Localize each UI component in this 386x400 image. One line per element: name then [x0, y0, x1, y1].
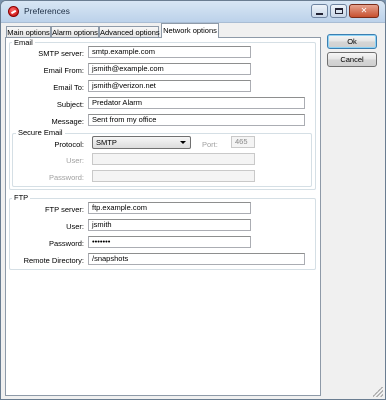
- ftp-user-label: User:: [66, 222, 84, 231]
- smtp-server-input[interactable]: smtp.example.com: [88, 46, 251, 58]
- app-icon: [8, 6, 19, 17]
- secure-user-input[interactable]: [92, 153, 255, 165]
- protocol-selected-value: SMTP: [96, 138, 117, 147]
- email-group-label: Email: [12, 38, 35, 47]
- preferences-window: Preferences ✕ Main options Alarm options…: [0, 0, 386, 400]
- window-title: Preferences: [24, 6, 70, 16]
- secure-email-group-label: Secure Email: [16, 128, 65, 137]
- ftp-user-input[interactable]: jsmith: [88, 219, 251, 231]
- minimize-button[interactable]: [311, 4, 328, 18]
- ftp-server-input[interactable]: ftp.example.com: [88, 202, 251, 214]
- close-button[interactable]: ✕: [349, 4, 379, 18]
- network-options-panel: Email SMTP server: smtp.example.com Emai…: [5, 37, 321, 396]
- resize-grip-icon[interactable]: [373, 387, 383, 397]
- secure-user-label: User:: [66, 156, 84, 165]
- protocol-select[interactable]: SMTP: [92, 136, 191, 149]
- message-label: Message:: [51, 117, 84, 126]
- chevron-down-icon: [180, 141, 186, 144]
- email-from-input[interactable]: jsmith@example.com: [88, 63, 251, 75]
- email-from-label: Email From:: [43, 66, 84, 75]
- maximize-icon: [334, 8, 343, 14]
- protocol-label: Protocol:: [54, 140, 84, 149]
- ftp-password-input[interactable]: •••••••: [88, 236, 251, 248]
- minimize-icon: [316, 12, 323, 15]
- secure-password-input[interactable]: [92, 170, 255, 182]
- email-to-label: Email To:: [53, 83, 84, 92]
- ftp-group-label: FTP: [12, 193, 31, 202]
- ftp-server-label: FTP server:: [44, 205, 84, 214]
- cancel-button[interactable]: Cancel: [327, 52, 377, 67]
- smtp-server-label: SMTP server:: [38, 49, 84, 58]
- port-label: Port:: [202, 140, 218, 149]
- message-input[interactable]: Sent from my office: [88, 114, 305, 126]
- title-bar[interactable]: Preferences ✕: [1, 1, 385, 23]
- email-to-input[interactable]: jsmith@verizon.net: [88, 80, 251, 92]
- close-icon: ✕: [360, 6, 368, 15]
- subject-input[interactable]: Predator Alarm: [88, 97, 305, 109]
- maximize-button[interactable]: [330, 4, 347, 18]
- ok-button[interactable]: Ok: [327, 34, 377, 49]
- tab-network-options[interactable]: Network options: [161, 23, 219, 38]
- remote-directory-input[interactable]: /snapshots: [88, 253, 305, 265]
- subject-label: Subject:: [56, 100, 84, 109]
- remote-directory-label: Remote Directory:: [23, 256, 84, 265]
- secure-password-label: Password:: [48, 173, 84, 182]
- ftp-password-label: Password:: [48, 239, 84, 248]
- port-input[interactable]: 465: [231, 136, 255, 148]
